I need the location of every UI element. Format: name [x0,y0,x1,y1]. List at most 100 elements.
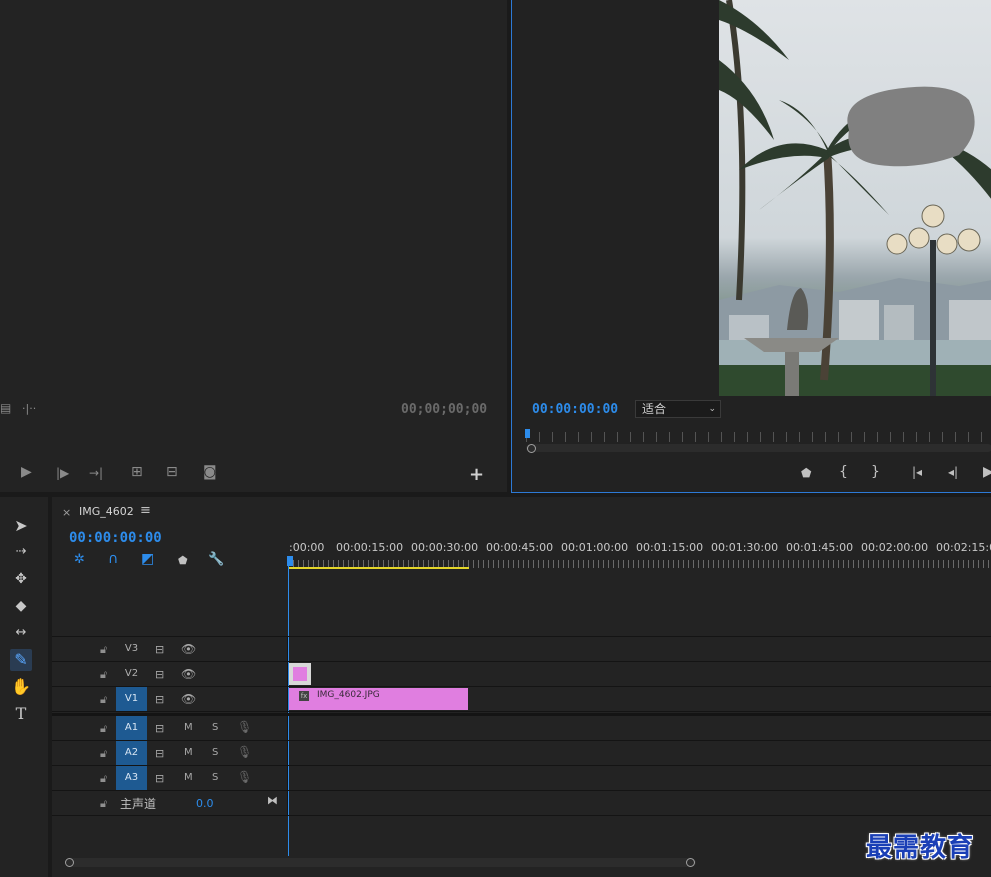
track-select-tool-icon[interactable]: ⇢ [10,541,32,563]
track-name-a1[interactable]: A1 [116,716,147,740]
program-playhead[interactable] [525,429,530,438]
ruler-label: 00:02:15:00 [936,541,991,554]
selection-tool-icon[interactable]: ➤ [10,515,32,537]
step-back-icon[interactable]: ◂| [948,465,958,479]
step-forward-icon[interactable]: |▶ [56,466,69,480]
lock-icon[interactable]: 🔓︎ [100,747,107,761]
watermark-logo: 最需教育 [866,833,975,863]
track-row-a1 [52,716,991,741]
sync-lock-icon[interactable]: ⊟ [155,722,164,735]
ruler-label: 00:01:15:00 [636,541,704,554]
ruler-label: 00:01:45:00 [786,541,854,554]
sync-lock-icon[interactable]: ⊟ [155,693,164,706]
source-monitor-panel: ▤ ·|·· 00;00;00;00 ▶ |▶ →| ⊞ ⊟ ◙ + [0,0,507,492]
master-volume-value[interactable]: 0.0 [196,797,214,810]
insert-icon[interactable]: ⊞ [131,465,143,479]
ruler-label: 00:00:30:00 [411,541,479,554]
sync-lock-icon[interactable]: ⊟ [155,643,164,656]
sync-lock-icon[interactable]: ⊟ [155,747,164,760]
slip-tool-icon[interactable]: ↔ [10,622,32,644]
eye-icon[interactable]: 👁︎ [181,642,196,656]
eye-icon[interactable]: 👁︎ [181,692,196,706]
go-to-in-icon[interactable]: |◂ [912,465,922,479]
program-timecode[interactable]: 00:00:00:00 [532,402,618,417]
program-scroll-handle[interactable] [527,444,536,453]
scrollbar-left-handle[interactable] [65,858,74,867]
lock-icon[interactable]: 🔓︎ [100,668,107,682]
tools-panel: ➤ ⇢ ✥ ◆ ↔ ✎ ✋ T [0,497,48,877]
hand-tool-icon[interactable]: ✋ [10,676,32,698]
play-button-icon[interactable]: ▶ [21,465,32,479]
mark-in-icon[interactable]: { [839,465,848,479]
mark-out-icon[interactable]: } [871,465,880,479]
source-viewer [0,0,507,398]
mute-button[interactable]: M [184,772,193,783]
razor-tool-icon[interactable]: ◆ [10,595,32,617]
timeline-timecode[interactable]: 00:00:00:00 [69,530,162,546]
mute-button[interactable]: M [184,747,193,758]
program-monitor-panel: 00:00:00:00 适合 ⌄ ⬟ { } |◂ ◂| ▶ [511,0,991,493]
fx-badge: fx [299,691,309,701]
play-icon[interactable]: ▶ [983,465,991,479]
track-row-master [52,791,991,816]
source-settings-icon[interactable]: ▤ [0,401,11,415]
export-frame-camera-icon[interactable]: ◙ [203,465,217,479]
wrench-settings-icon[interactable]: 🔧 [208,552,224,567]
solo-button[interactable]: S [212,722,218,733]
work-area-bar[interactable] [289,567,469,569]
go-to-out-icon[interactable]: →| [89,466,103,480]
microphone-icon[interactable]: 🎙︎ [237,770,252,784]
source-timecode[interactable]: 00;00;00;00 [401,402,487,417]
program-scroll-track[interactable] [526,444,991,452]
fit-select-value: 适合 [642,402,667,416]
add-marker-icon[interactable]: ⬟ [801,466,811,480]
sequence-tab[interactable]: IMG_4602 [79,505,134,518]
button-editor-plus-icon[interactable]: + [469,464,484,485]
lock-icon[interactable]: 🔓︎ [100,693,107,707]
source-extract-icon[interactable]: ·|·· [22,402,36,416]
snap-magnet-icon[interactable]: ∩ [108,551,118,567]
lock-icon[interactable]: 🔓︎ [100,772,107,786]
lock-icon[interactable]: 🔓︎ [100,797,107,811]
track-row-a2 [52,741,991,766]
ruler-label: 00:00:15:00 [336,541,404,554]
timeline-playhead-handle[interactable] [287,556,293,566]
program-video-frame [719,0,991,396]
ruler-label: 00:00:45:00 [486,541,554,554]
mute-button[interactable]: M [184,722,193,733]
sync-lock-icon[interactable]: ⊟ [155,772,164,785]
track-name-v3[interactable]: V3 [116,637,147,661]
lock-icon[interactable]: 🔓︎ [100,643,107,657]
microphone-icon[interactable]: 🎙︎ [237,720,252,734]
type-tool-icon[interactable]: T [10,703,32,725]
add-marker-icon[interactable]: ⬟ [178,554,188,567]
pen-tool-icon[interactable]: ✎ [10,649,32,671]
track-name-a2[interactable]: A2 [116,741,147,765]
panel-menu-icon[interactable]: ≡ [140,503,151,518]
program-time-ruler[interactable] [526,432,991,442]
v2-clip-thumb[interactable] [289,663,311,685]
clip-name: IMG_4602.JPG [317,690,380,700]
track-name-v2[interactable]: V2 [116,662,147,686]
track-name-a3[interactable]: A3 [116,766,147,790]
bowtie-icon[interactable]: ⧓ [267,794,278,807]
linked-selection-icon[interactable]: ◩ [141,551,154,567]
track-name-v1[interactable]: V1 [116,687,147,711]
solo-button[interactable]: S [212,772,218,783]
overwrite-icon[interactable]: ⊟ [166,465,178,479]
close-tab-icon[interactable]: × [62,506,71,519]
ruler-label: 00:01:30:00 [711,541,779,554]
ruler-label: 00:01:00:00 [561,541,629,554]
microphone-icon[interactable]: 🎙︎ [237,745,252,759]
timeline-scrollbar-track[interactable] [66,858,696,867]
chevron-down-icon: ⌄ [708,404,716,414]
v1-clip[interactable]: fx IMG_4602.JPG [289,688,468,710]
sync-lock-icon[interactable]: ⊟ [155,668,164,681]
nest-toggle-icon[interactable]: ✲ [74,552,85,567]
lock-icon[interactable]: 🔓︎ [100,722,107,736]
eye-icon[interactable]: 👁︎ [181,667,196,681]
ripple-edit-tool-icon[interactable]: ✥ [10,568,32,590]
fit-select[interactable]: 适合 ⌄ [635,400,721,418]
scrollbar-right-handle[interactable] [686,858,695,867]
solo-button[interactable]: S [212,747,218,758]
